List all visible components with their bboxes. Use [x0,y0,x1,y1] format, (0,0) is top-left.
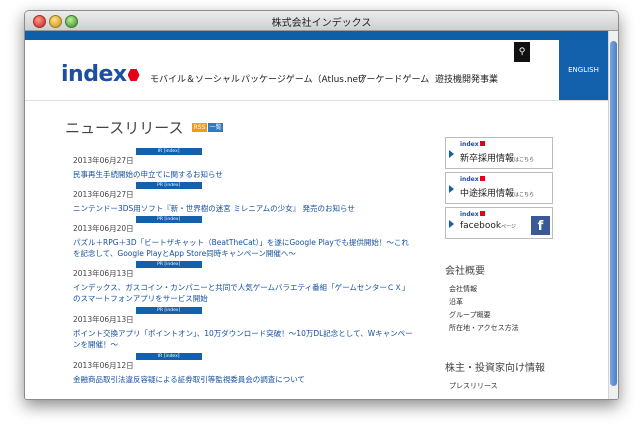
banner-text: facebookページ [460,221,517,231]
facebook-icon: f [531,216,550,235]
new-graduate-recruit-banner[interactable]: index 新卒採用情報はこちら [445,137,553,169]
banner-text: 新卒採用情報はこちら [460,154,535,164]
company-info-link[interactable]: 会社情報 [449,284,477,294]
news-date: 2013年06月13日 [73,315,134,324]
news-link[interactable]: 民事再生手続開始の申立てに関するお知らせ [73,169,413,180]
history-link[interactable]: 沿革 [449,297,463,307]
access-link[interactable]: 所在地・アクセス方法 [449,323,519,333]
facebook-page-banner[interactable]: index facebookページ f [445,207,553,239]
arrow-icon [449,150,454,158]
news-tag: PR [index] [135,216,202,223]
news-link[interactable]: ニンテンドー3DS用ソフト『新・世界樹の迷宮 ミレニアムの少女』 発売のお知らせ [73,203,413,214]
news-link[interactable]: パズル＋RPG＋3D「ビートザキャット（BeatTheCat）」を遂にGoogl… [73,237,413,259]
news-date: 2013年06月12日 [73,361,134,370]
nav-gaming-machine[interactable]: 遊技機開発事業 [435,72,498,85]
ir-heading: 株主・投資家向け情報 [445,363,545,374]
arrow-icon [449,185,454,193]
site-header: index モバイル＆ソーシャル パッケージゲーム（Atlus.net） アーケ… [25,40,608,101]
news-date: 2013年06月13日 [73,269,134,278]
english-button[interactable]: ENGLISH [559,40,608,100]
news-link[interactable]: インデックス、ガスコイン・カンパニーと共同で人気ゲームバラエティ番組「ゲームセン… [73,282,413,304]
arrow-icon [449,220,454,228]
logo-square-icon [479,211,485,216]
news-date: 2013年06月27日 [73,190,134,199]
news-item: 2013年06月13日PR [index] インデックス、ガスコイン・カンパニー… [73,261,413,304]
news-tag: IR [index] [135,353,202,360]
news-tag: IR [index] [135,148,202,155]
news-date: 2013年06月20日 [73,224,134,233]
news-heading: ニュースリリース [65,119,184,137]
scrollbar-thumb[interactable] [610,41,617,386]
news-item: 2013年06月12日IR [index] 金融商品取引法違反容疑による証券取引… [73,353,413,385]
mid-career-recruit-banner[interactable]: index 中途採用情報はこちら [445,172,553,204]
company-overview-heading: 会社概要 [445,266,485,277]
news-item: 2013年06月27日IR [index] 民事再生手続開始の申立てに関するお知… [73,148,413,180]
browser-window: 株式会社インデックス index モバイル＆ソーシャル パッケージゲーム（Atl… [24,10,619,400]
news-item: 2013年06月20日PR [index] パズル＋RPG＋3D「ビートザキャッ… [73,216,413,259]
index-logo[interactable]: index [61,62,140,87]
group-overview-link[interactable]: グループ概要 [449,310,491,320]
list-button[interactable]: 一覧 [208,123,223,132]
news-link[interactable]: 金融商品取引法違反容疑による証券取引等監視委員会の調査について [73,374,413,385]
banner-text: 中途採用情報はこちら [460,189,535,199]
page-content: index モバイル＆ソーシャル パッケージゲーム（Atlus.net） アーケ… [25,31,618,399]
news-date: 2013年06月27日 [73,156,134,165]
vertical-scrollbar[interactable] [608,31,618,399]
logo-square-icon [479,141,485,146]
banner-logo: index [460,141,485,148]
nav-mobile-social[interactable]: モバイル＆ソーシャル [150,72,240,85]
top-color-bar [25,31,608,40]
news-tag: PR [index] [135,307,202,314]
nav-package-game[interactable]: パッケージゲーム（Atlus.net） [241,72,371,85]
search-button[interactable]: ⚲ [514,42,530,62]
news-link[interactable]: ポイント交換アプリ「ポイントオン」、10万ダウンロード突破！～10万DL記念とし… [73,328,413,350]
window-title: 株式会社インデックス [271,18,372,29]
window-titlebar[interactable]: 株式会社インデックス [25,11,618,31]
news-tag: PR [index] [135,182,202,189]
news-item: 2013年06月13日PR [index] ポイント交換アプリ「ポイントオン」、… [73,307,413,350]
press-release-link[interactable]: プレスリリース [449,381,498,391]
search-icon: ⚲ [518,47,526,57]
nav-arcade-game[interactable]: アーケードゲーム [358,72,429,85]
news-tag: PR [index] [135,261,202,268]
banner-logo: index [460,176,485,183]
logo-square-icon [479,176,485,181]
banner-logo: index [460,211,485,218]
logo-hexagon-icon [127,69,140,81]
rss-button[interactable]: RSS [192,123,207,132]
news-item: 2013年06月27日PR [index] ニンテンドー3DS用ソフト『新・世界… [73,182,413,214]
